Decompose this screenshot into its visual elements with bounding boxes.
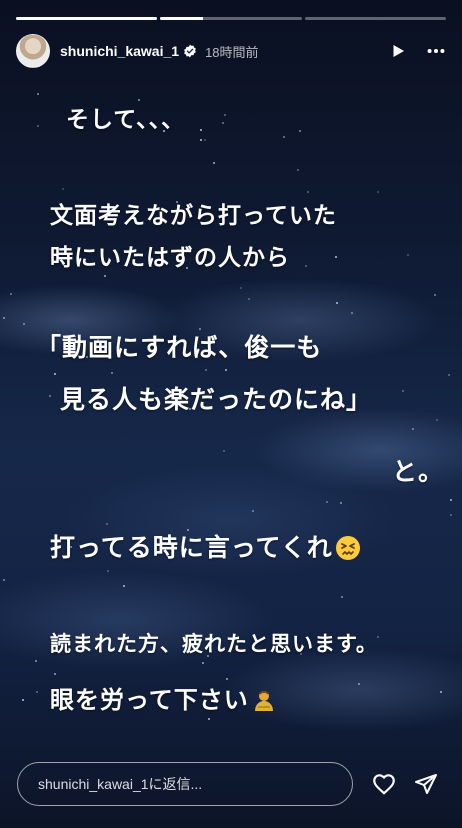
star (111, 372, 113, 374)
star (377, 191, 379, 193)
star (402, 390, 404, 392)
star (436, 419, 438, 421)
star (299, 130, 301, 132)
star (62, 188, 64, 190)
star (49, 395, 51, 397)
star (358, 683, 360, 685)
star (106, 523, 108, 525)
star (336, 302, 338, 304)
heart-icon[interactable] (370, 770, 398, 798)
post-time: 18時間前 (205, 44, 259, 60)
story-text: 打ってる時に言ってくれ (50, 533, 333, 562)
star (335, 256, 337, 258)
star (450, 514, 452, 516)
star (297, 169, 299, 171)
more-icon[interactable] (424, 39, 448, 63)
story-progress-bar (16, 17, 446, 20)
star (37, 125, 39, 127)
star (54, 373, 56, 375)
verified-badge-icon (183, 44, 197, 58)
star (240, 287, 242, 289)
star (326, 501, 328, 503)
confounded-face-icon (335, 535, 361, 561)
story-text-line: と。 (392, 457, 445, 486)
reply-input[interactable]: shunichi_kawai_1に返信... (17, 762, 353, 806)
progress-segment-current (160, 17, 302, 20)
star (123, 585, 125, 587)
star (200, 139, 202, 141)
star (222, 122, 224, 124)
star (225, 369, 227, 371)
avatar[interactable] (16, 34, 50, 68)
star (35, 660, 37, 662)
star (341, 596, 343, 598)
star (37, 93, 39, 95)
progress-segment (16, 17, 158, 20)
star (213, 162, 215, 164)
star (283, 136, 285, 138)
star (3, 579, 5, 581)
send-icon[interactable] (412, 770, 440, 798)
star (208, 718, 210, 720)
star (202, 662, 204, 664)
story-text-line: 読まれた方、疲れたと思います。 (50, 632, 378, 656)
username[interactable]: shunichi_kawai_1 (60, 43, 179, 59)
star (10, 293, 12, 295)
star (104, 275, 106, 277)
story-text-line-with-emoji: 打ってる時に言ってくれ (50, 528, 361, 564)
star (307, 191, 309, 193)
story-text-line: 時にいたはずの人から (50, 245, 290, 271)
star (305, 265, 307, 267)
story-text-line: 見る人も楽だったのにね」 (60, 385, 373, 414)
star (200, 129, 202, 131)
bowing-person-icon (251, 687, 277, 713)
star (248, 298, 250, 300)
progress-segment (304, 17, 446, 20)
star (36, 691, 38, 693)
star (205, 369, 207, 371)
story-text-line: そして、、、 (66, 107, 186, 133)
star (23, 323, 25, 325)
star (54, 673, 56, 675)
story-text: 眼を労って下さい (50, 686, 249, 714)
star (107, 570, 109, 572)
star (224, 114, 226, 116)
star (450, 499, 452, 501)
star (3, 317, 5, 319)
story-text-line: 文面考えながら打っていた (50, 203, 337, 229)
star (440, 691, 442, 693)
play-icon[interactable] (386, 39, 410, 63)
star (223, 450, 225, 452)
star (351, 312, 353, 314)
star (340, 502, 342, 504)
star (204, 139, 206, 141)
star (252, 510, 254, 512)
star (22, 699, 24, 701)
star (407, 254, 409, 256)
story-header: shunichi_kawai_1 18時間前 (16, 34, 448, 68)
star (448, 374, 450, 376)
star (412, 428, 414, 430)
story-text-line-with-emoji: 眼を労って下さい (50, 680, 277, 715)
story-text-line: 「動画にすれば、俊一も (36, 333, 323, 362)
star (434, 294, 436, 296)
